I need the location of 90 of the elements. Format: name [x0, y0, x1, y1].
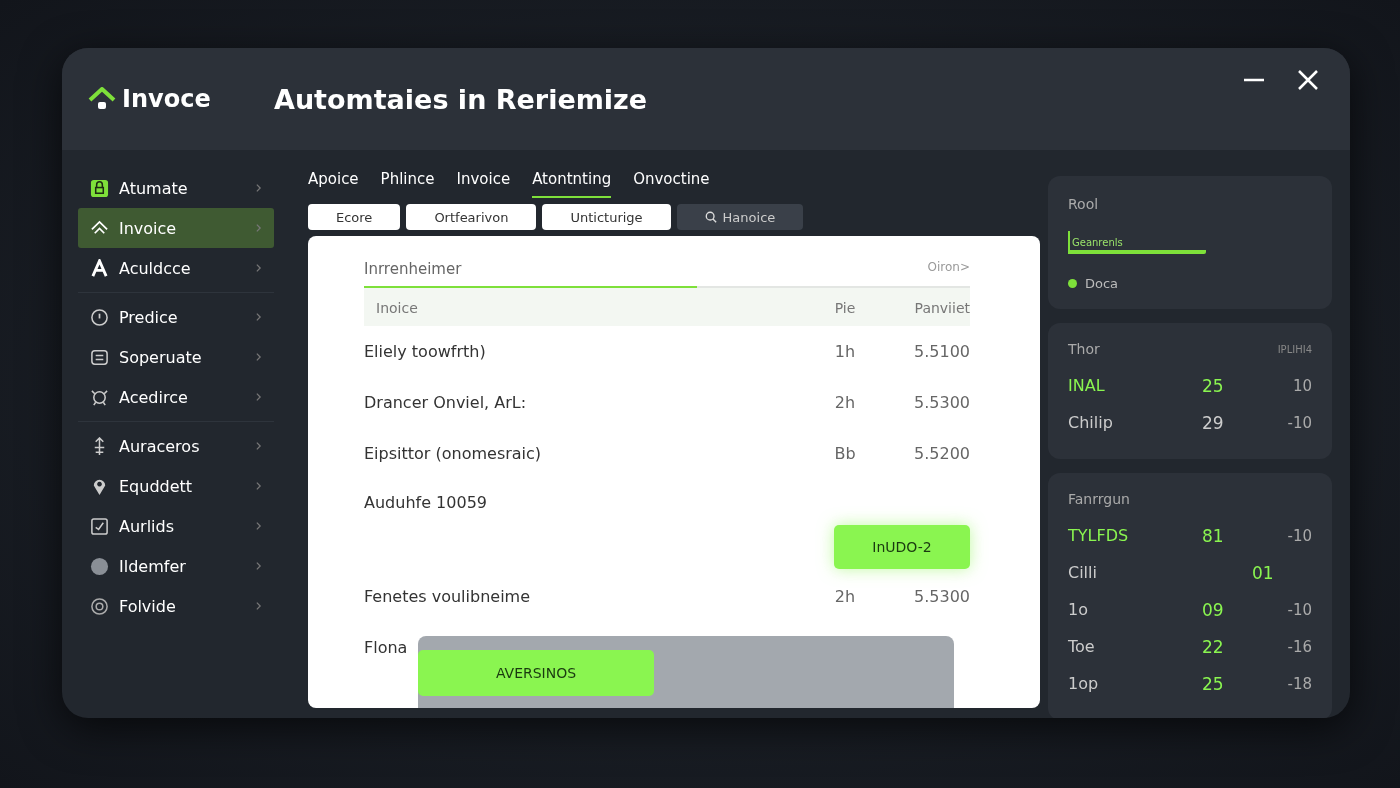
- circle-icon: [90, 556, 109, 576]
- stat-change: -18: [1286, 674, 1312, 693]
- table-title: Inrrenheimer: [364, 260, 462, 278]
- tab[interactable]: Invoice: [456, 164, 511, 198]
- sidebar-item[interactable]: Ildemfer: [78, 546, 274, 586]
- panel-title: Thor: [1068, 341, 1100, 357]
- stat-change: -16: [1286, 637, 1312, 656]
- table-cell-text: Auduhfe 10059: [364, 493, 488, 512]
- column-header: Inoice: [376, 300, 419, 316]
- table-cell-text: 2h: [833, 393, 857, 412]
- stat-name: TYLFDS: [1068, 526, 1130, 545]
- sidebar-item[interactable]: Atumate: [78, 168, 274, 208]
- clock-icon: [90, 307, 109, 327]
- search-button[interactable]: Hanoice: [676, 204, 804, 230]
- lock-icon: [90, 178, 109, 198]
- action-button[interactable]: InUDO-2: [834, 525, 970, 569]
- document-icon: [90, 347, 109, 367]
- stat-name: 1op: [1068, 674, 1100, 693]
- sidebar-item[interactable]: Aculdcce: [78, 248, 274, 288]
- window-title: Automtaies in Reriemize: [274, 83, 649, 115]
- chevron-icon: [255, 521, 262, 531]
- panel-label: IPLIHI4: [1277, 343, 1312, 355]
- stat-name: Chilip: [1068, 413, 1114, 432]
- chevron-icon: [255, 561, 262, 571]
- stat-value: 09: [1202, 599, 1225, 620]
- table-cell-text: Drancer Onviel, ArL:: [364, 393, 528, 412]
- chevron-icon: [255, 392, 262, 402]
- table-cell-text: Flona: [364, 638, 409, 657]
- stat-value: 22: [1202, 636, 1225, 657]
- tab[interactable]: Atontnting: [532, 164, 612, 198]
- table-cell-text: Bb: [833, 444, 857, 463]
- stat-value: 25: [1202, 375, 1225, 396]
- stat-value: 81: [1202, 525, 1225, 546]
- stat-value: 01: [1252, 562, 1275, 583]
- legend-label: Doca: [1085, 276, 1119, 291]
- column-header: Panviiet: [913, 300, 970, 316]
- stat-value: 25: [1202, 673, 1225, 694]
- filter-button[interactable]: Unticturige: [542, 204, 671, 230]
- stat-name: 1o: [1068, 600, 1089, 619]
- chevron-icon: [255, 481, 262, 491]
- letter-icon: [90, 258, 109, 278]
- search-icon: [704, 211, 717, 223]
- stat-change: 10: [1291, 376, 1312, 395]
- stat-name: INAL: [1068, 376, 1106, 395]
- stat-change: -10: [1286, 413, 1312, 432]
- stat-change: -10: [1286, 526, 1312, 545]
- chevron-icon: [255, 352, 262, 362]
- filter-button[interactable]: Ortfearivon: [406, 204, 537, 230]
- table-cell-text: Eliely toowfrth): [364, 342, 487, 361]
- table-cell-text: 2h: [833, 587, 857, 606]
- sidebar-item[interactable]: Auraceros: [78, 426, 274, 466]
- table-cell-text: Eipsittor (onomesraic): [364, 444, 543, 463]
- table-cell-text: 5.5300: [913, 587, 970, 606]
- alarm-clock-icon: [90, 387, 109, 407]
- chevron-icon: [255, 263, 262, 273]
- table-cell-text: 5.5200: [913, 444, 970, 463]
- sidebar-item[interactable]: Soperuate: [78, 337, 274, 377]
- column-header: Pie: [833, 300, 857, 316]
- sidebar-item[interactable]: Equddett: [78, 466, 274, 506]
- sidebar-item[interactable]: Acedirce: [78, 377, 274, 417]
- tab[interactable]: Phlince: [380, 164, 435, 198]
- sidebar-item[interactable]: Aurlids: [78, 506, 274, 546]
- sidebar-item[interactable]: Invoice: [78, 208, 274, 248]
- chevron-icon: [255, 601, 262, 611]
- chevron-icon: [255, 441, 262, 451]
- stat-name: Toe: [1068, 637, 1096, 656]
- sidebar-item[interactable]: Predice: [78, 297, 274, 337]
- app-name: Invoce: [122, 85, 211, 113]
- panel-title: Rool: [1068, 196, 1099, 212]
- table-cell-text: 5.5100: [913, 342, 970, 361]
- chevron-icon: [255, 223, 262, 233]
- filter-button[interactable]: Ecore: [308, 204, 401, 230]
- stat-change: -10: [1286, 600, 1312, 619]
- sidebar-item[interactable]: Folvide: [78, 586, 274, 626]
- table-cell-text: Fenetes voulibneime: [364, 587, 531, 606]
- chevron-icon: [255, 183, 262, 193]
- stat-name: Cilli: [1068, 563, 1098, 582]
- house-logo-icon: [88, 87, 116, 111]
- overlay-button[interactable]: AVERSINOS: [418, 650, 654, 696]
- close-icon[interactable]: [1296, 68, 1320, 92]
- tab[interactable]: Onvoctine: [633, 164, 710, 198]
- table-cell-text: 1h: [833, 342, 857, 361]
- table-cell-text: 5.5300: [913, 393, 970, 412]
- panel-title: Fanrrgun: [1068, 491, 1130, 507]
- bar-drawing: Geanrenls: [1068, 231, 1206, 254]
- stat-value: 29: [1202, 412, 1225, 433]
- checkbox-icon: [90, 516, 109, 536]
- target-icon: [90, 596, 109, 616]
- tab[interactable]: Apoice: [308, 164, 359, 198]
- chevron-icon: [255, 312, 262, 322]
